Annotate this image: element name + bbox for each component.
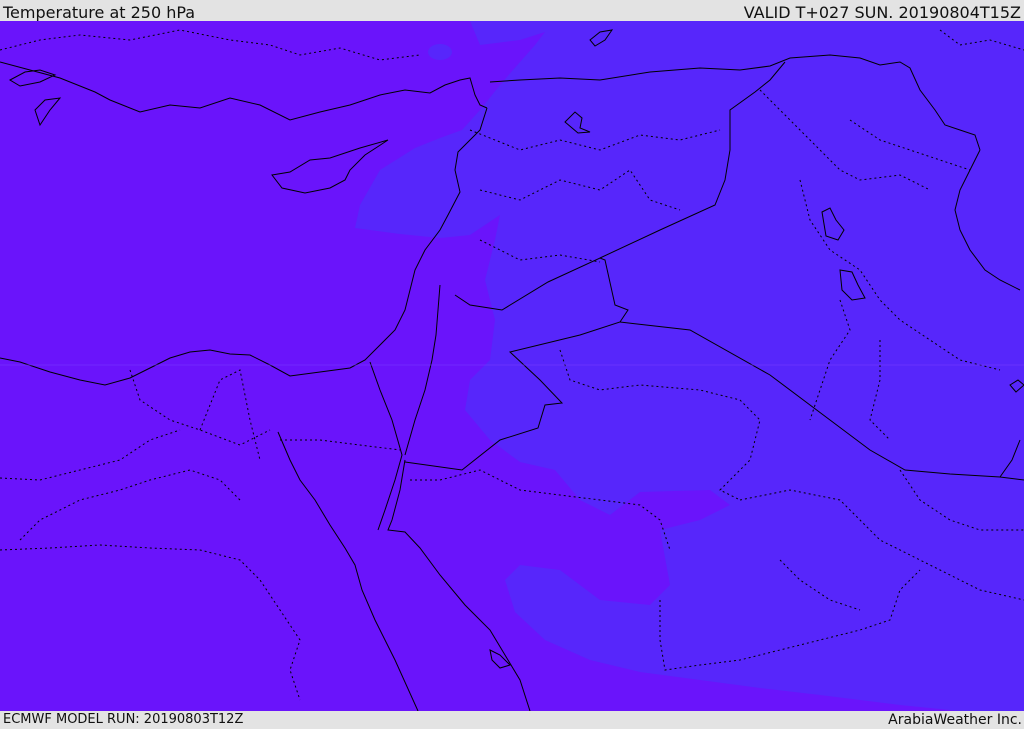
valid-time: VALID T+027 SUN. 20190804T15Z: [743, 3, 1021, 22]
credit-label: ArabiaWeather Inc.: [888, 712, 1022, 728]
temperature-field-warm-patch: [428, 44, 452, 60]
model-run-label: ECMWF MODEL RUN: 20190803T12Z: [3, 712, 244, 727]
map-title: Temperature at 250 hPa: [3, 3, 196, 22]
weather-map[interactable]: [0, 21, 1024, 711]
